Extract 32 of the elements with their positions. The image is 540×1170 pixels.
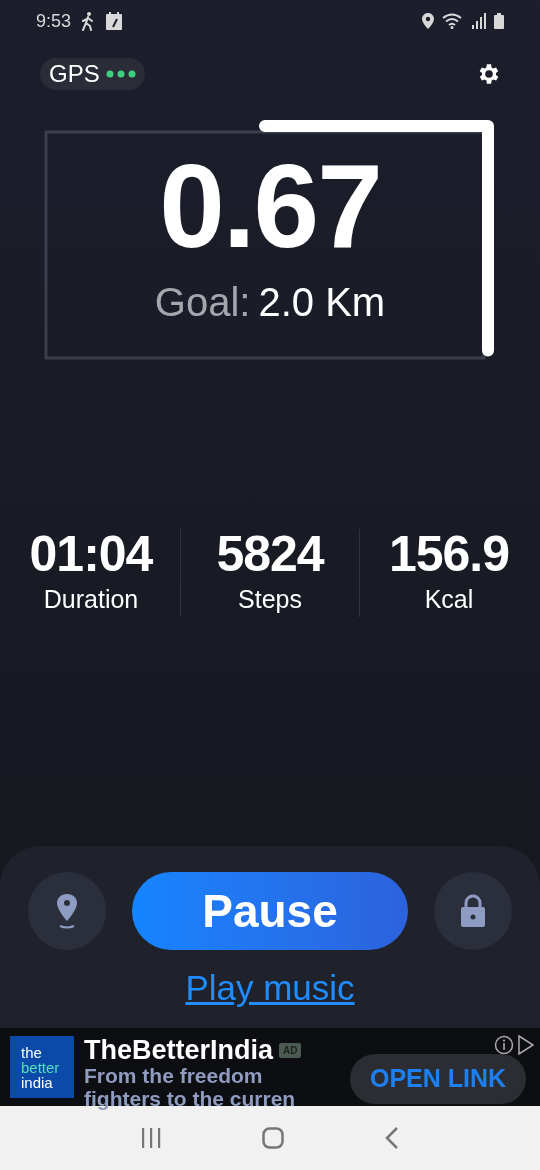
battery-icon bbox=[494, 13, 504, 29]
stat-value: 156.9 bbox=[388, 525, 510, 583]
home-icon[interactable] bbox=[262, 1127, 284, 1149]
back-icon[interactable] bbox=[385, 1127, 400, 1149]
ad-description-line: From the freedom bbox=[84, 1064, 264, 1087]
pause-button[interactable]: Pause bbox=[132, 872, 408, 950]
stat-label: Kcal bbox=[424, 584, 474, 615]
status-time: 9:53 bbox=[36, 9, 72, 33]
ad-logo: the better india bbox=[10, 1036, 74, 1098]
walking-icon bbox=[81, 11, 96, 31]
ad-description-line: fighters to the curren bbox=[84, 1087, 297, 1110]
goal-value: 2.0 Km bbox=[258, 279, 386, 326]
recent-apps-icon[interactable] bbox=[140, 1127, 161, 1149]
calendar-icon bbox=[105, 11, 124, 31]
stat-value: 5824 bbox=[216, 525, 324, 583]
signal-icon bbox=[472, 13, 486, 29]
stat-label: Duration bbox=[43, 584, 139, 615]
play-music-link[interactable]: Play music bbox=[185, 962, 355, 1015]
info-icon[interactable] bbox=[494, 1035, 514, 1055]
open-link-button[interactable]: OPEN LINK bbox=[350, 1054, 526, 1104]
map-pin-icon bbox=[55, 893, 79, 929]
location-icon bbox=[422, 13, 434, 29]
stat-label: Steps bbox=[238, 584, 302, 615]
gps-label: GPS bbox=[49, 59, 100, 89]
stat-value: 01:04 bbox=[29, 525, 153, 583]
goal-label: Goal: bbox=[154, 279, 251, 326]
distance-value: 0.67 bbox=[159, 146, 381, 266]
wifi-icon bbox=[442, 13, 464, 29]
lock-icon bbox=[459, 894, 487, 928]
ad-title: TheBetterIndia bbox=[84, 1036, 274, 1064]
ad-choices-icon[interactable] bbox=[518, 1035, 534, 1055]
signal-dots-icon bbox=[105, 70, 136, 78]
